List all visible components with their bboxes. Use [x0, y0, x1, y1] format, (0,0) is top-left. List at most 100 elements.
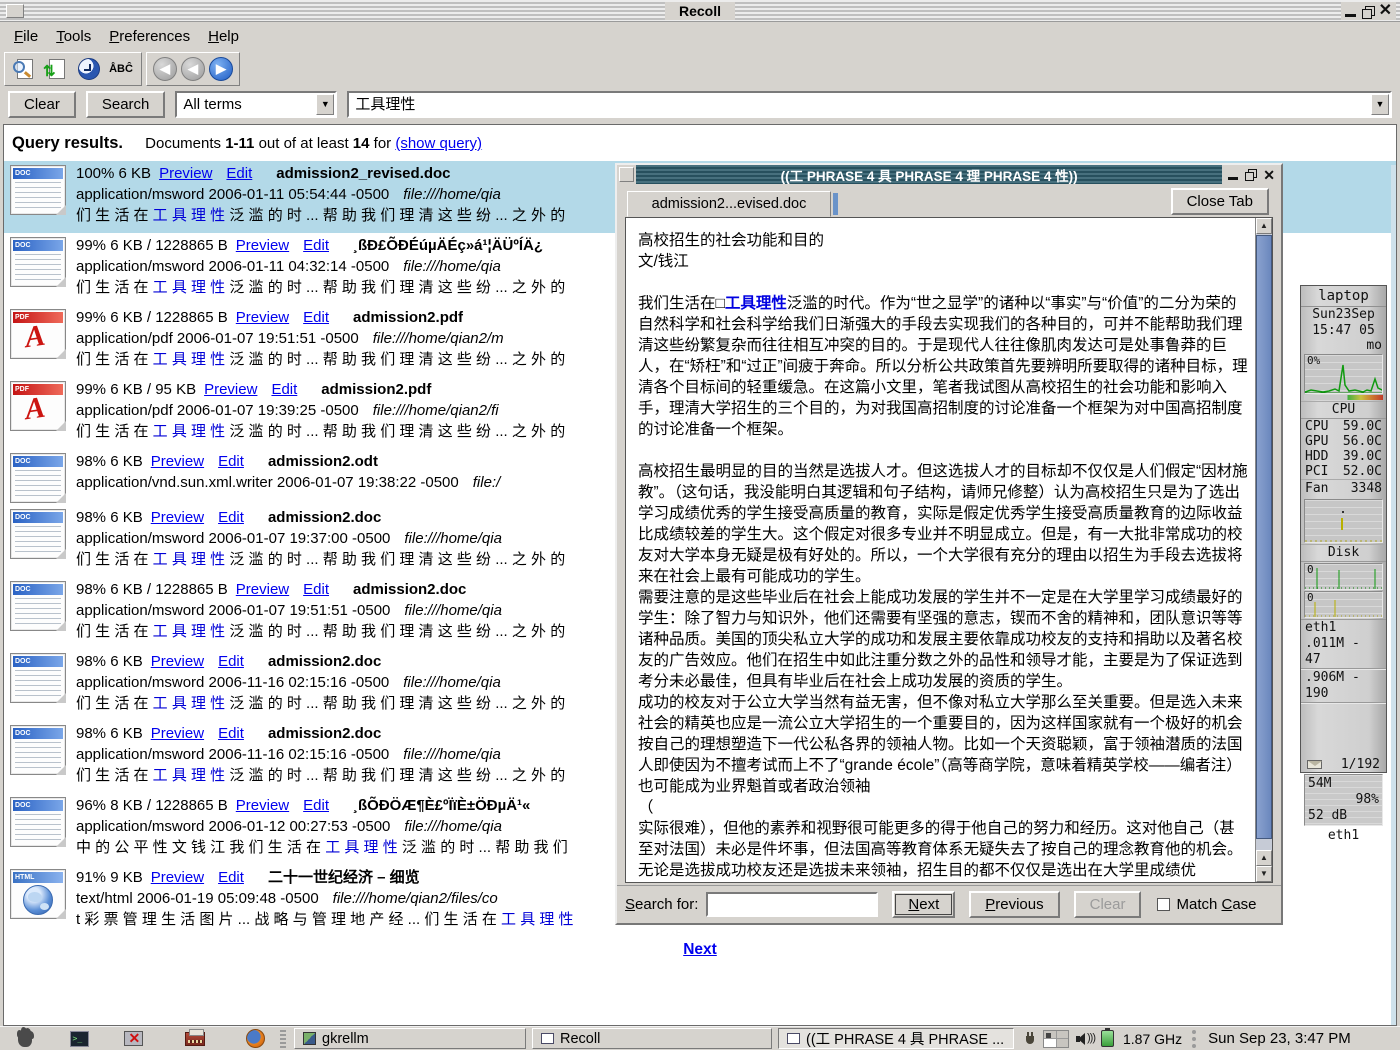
- disk-write-chart[interactable]: 0: [1304, 591, 1383, 618]
- fan-chart[interactable]: [1304, 499, 1383, 543]
- edit-link[interactable]: Edit: [218, 869, 244, 886]
- workspace-pager[interactable]: [1043, 1030, 1069, 1048]
- preview-link[interactable]: Preview: [236, 581, 289, 598]
- scroll-down-icon[interactable]: ▼: [1256, 866, 1272, 882]
- terminal-launcher[interactable]: >_: [68, 1029, 90, 1049]
- find-input[interactable]: [706, 892, 878, 917]
- preview-link[interactable]: Preview: [151, 453, 204, 470]
- disk-read-chart[interactable]: 0: [1304, 563, 1383, 590]
- close-tab-button[interactable]: Close Tab: [1171, 188, 1269, 215]
- result-score-size: 99% 6 KB / 1228865 B: [76, 309, 228, 326]
- next-page-button[interactable]: ▶: [209, 57, 233, 81]
- preview-scrollbar[interactable]: ▲ ▲ ▼: [1255, 218, 1272, 882]
- snippet-match: 工 具 理 性: [153, 551, 226, 568]
- next-results-link[interactable]: Next: [683, 941, 717, 958]
- terminal-icon: >_: [70, 1031, 89, 1047]
- close-icon[interactable]: ✕: [1263, 167, 1275, 183]
- prev-page-button[interactable]: ◀: [181, 57, 205, 81]
- taskbar: >_ gkrellm Recoll ((工 PHRASE 4 具 PHRASE …: [0, 1026, 1400, 1050]
- typewriter-launcher[interactable]: [184, 1029, 206, 1049]
- chevron-down-icon[interactable]: ▼: [316, 94, 334, 115]
- scroll-up-icon[interactable]: ▲: [1256, 850, 1272, 866]
- preview-tab[interactable]: admission2...evised.doc: [627, 191, 831, 217]
- window-menu-button[interactable]: [6, 4, 24, 18]
- power-plug-icon[interactable]: [1024, 1032, 1036, 1046]
- edit-link[interactable]: Edit: [271, 381, 297, 398]
- menu-tools[interactable]: Tools: [48, 25, 99, 48]
- advanced-search-button[interactable]: [11, 56, 39, 82]
- show-query-link[interactable]: (show query): [395, 135, 482, 152]
- edit-link[interactable]: Edit: [218, 453, 244, 470]
- scrollbar-thumb[interactable]: [1256, 235, 1272, 839]
- menu-preferences[interactable]: Preferences: [101, 25, 198, 48]
- snippet-text: 们 生 活 在: [76, 551, 153, 568]
- display-launcher[interactable]: [122, 1029, 144, 1049]
- first-page-button[interactable]: ◀: [153, 57, 177, 81]
- file-icon: DOC: [10, 579, 76, 649]
- snippet-text: t 彩 票 管 理 生 活 图 片 ... 战 略 与 管 理 地 产 经 ..…: [76, 911, 501, 928]
- window-menu-button[interactable]: [619, 167, 634, 182]
- snippet-text: 泛 滥 的 时 ... 帮 助 我 们 理 清 这 些 纷 ... 之 外 的: [225, 423, 565, 440]
- task-recoll[interactable]: Recoll: [532, 1028, 772, 1049]
- taskbar-handle[interactable]: [280, 1030, 286, 1048]
- close-icon[interactable]: ✕: [1379, 3, 1392, 19]
- preview-titlebar[interactable]: ((工 PHRASE 4 具 PHRASE 4 理 PHRASE 4 性)) ✕: [617, 165, 1281, 184]
- clear-button[interactable]: Clear: [8, 91, 76, 118]
- result-url: file:///home/qian2/fi: [373, 402, 499, 419]
- maximize-icon[interactable]: [1245, 169, 1256, 180]
- edit-link[interactable]: Edit: [303, 581, 329, 598]
- match-case-checkbox[interactable]: [1157, 898, 1170, 911]
- edit-link[interactable]: Edit: [218, 725, 244, 742]
- task-preview[interactable]: ((工 PHRASE 4 具 PHRASE ...: [778, 1028, 1014, 1049]
- minimize-icon[interactable]: [1345, 14, 1356, 17]
- find-next-button[interactable]: Next: [892, 891, 955, 918]
- clock-icon: [78, 58, 100, 80]
- edit-link[interactable]: Edit: [303, 797, 329, 814]
- battery-icon[interactable]: [1101, 1030, 1114, 1047]
- snippet-text: 泛 滥 的 时 ... 帮 助 我 们 理 清 这 些 纷 ... 之 外 的: [225, 695, 565, 712]
- result-url: file:///home/qia: [403, 674, 501, 691]
- edit-link[interactable]: Edit: [303, 309, 329, 326]
- main-titlebar[interactable]: Recoll ✕: [0, 0, 1400, 22]
- taskbar-clock[interactable]: Sun Sep 23, 3:47 PM: [1192, 1030, 1351, 1048]
- search-button[interactable]: Search: [86, 91, 166, 118]
- edit-link[interactable]: Edit: [226, 165, 252, 182]
- chevron-down-icon[interactable]: ▼: [1371, 94, 1389, 115]
- system-tray: ))) 1.87 GHz: [1024, 1030, 1182, 1048]
- preview-link[interactable]: Preview: [236, 237, 289, 254]
- find-label: Search for:: [625, 896, 698, 913]
- find-previous-button[interactable]: Previous: [969, 891, 1059, 918]
- wifi-signal: 52 dB: [1308, 808, 1379, 824]
- result-score-size: 98% 6 KB: [76, 509, 143, 526]
- preview-link[interactable]: Preview: [204, 381, 257, 398]
- edit-link[interactable]: Edit: [218, 509, 244, 526]
- edit-link[interactable]: Edit: [303, 237, 329, 254]
- edit-link[interactable]: Edit: [218, 653, 244, 670]
- scroll-up-icon[interactable]: ▲: [1256, 218, 1272, 234]
- preview-link[interactable]: Preview: [159, 165, 212, 182]
- sort-parameters-button[interactable]: ⇅: [43, 56, 71, 82]
- preview-link[interactable]: Preview: [236, 309, 289, 326]
- preview-link[interactable]: Preview: [236, 797, 289, 814]
- preview-link[interactable]: Preview: [151, 653, 204, 670]
- mem-value: 54M: [1308, 776, 1379, 792]
- mail-row[interactable]: 1/192: [1301, 756, 1386, 773]
- gnome-menu-button[interactable]: [14, 1029, 36, 1049]
- minimize-icon[interactable]: [1228, 177, 1238, 180]
- cpu-chart[interactable]: 0%: [1304, 354, 1383, 394]
- preview-link[interactable]: Preview: [151, 509, 204, 526]
- firefox-launcher[interactable]: [244, 1029, 266, 1049]
- task-gkrellm[interactable]: gkrellm: [294, 1028, 526, 1049]
- page-fold: [56, 205, 66, 215]
- results-scrollbar[interactable]: [1391, 165, 1396, 1025]
- term-explorer-button[interactable]: ÅBĈ: [107, 56, 135, 82]
- maximize-icon[interactable]: [1362, 6, 1373, 17]
- menu-file[interactable]: File: [6, 25, 46, 48]
- volume-icon[interactable]: ))): [1076, 1032, 1094, 1046]
- preview-link[interactable]: Preview: [151, 725, 204, 742]
- menu-help[interactable]: Help: [200, 25, 247, 48]
- document-history-button[interactable]: [75, 56, 103, 82]
- preview-link[interactable]: Preview: [151, 869, 204, 886]
- query-input[interactable]: 工具理性 ▼: [347, 91, 1392, 118]
- search-mode-select[interactable]: All terms ▼: [175, 91, 337, 118]
